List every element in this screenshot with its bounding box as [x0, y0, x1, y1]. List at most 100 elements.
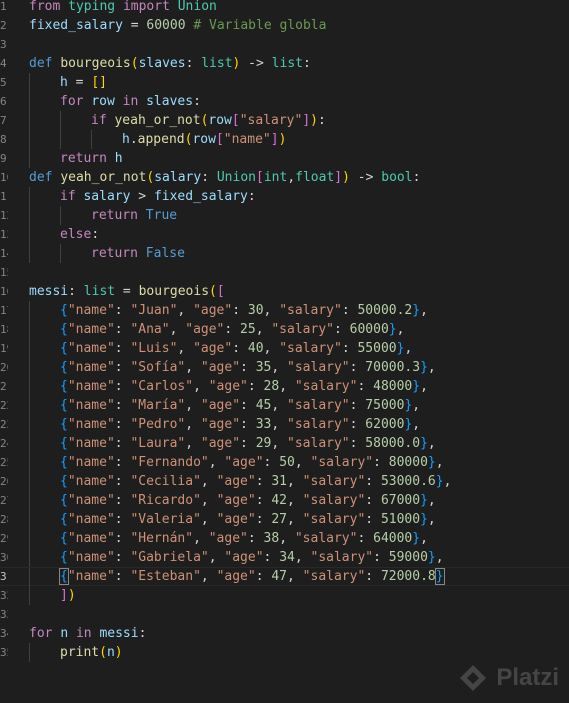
code-token: row	[91, 94, 115, 109]
code-token: h	[122, 132, 130, 147]
code-line[interactable]: 33	[0, 605, 569, 624]
code-token: 51000	[380, 512, 421, 527]
code-token: :	[349, 360, 366, 375]
code-token: int	[263, 170, 288, 185]
code-line[interactable]: 9 return h	[0, 149, 569, 168]
code-token: :	[114, 322, 131, 337]
code-token: ,	[427, 512, 436, 527]
code-line[interactable]: 23 {"name": "Pedro", "age": 33, "salary":…	[0, 415, 569, 434]
code-line[interactable]: 6 for row in slaves:	[0, 92, 569, 111]
code-line[interactable]: 22 {"name": "María", "age": 45, "salary":…	[0, 396, 569, 415]
code-line[interactable]: 15	[0, 263, 569, 282]
code-token: ,	[427, 436, 436, 451]
code-line[interactable]: 13 else:	[0, 225, 569, 244]
line-number: 7	[0, 114, 7, 127]
code-token: {	[60, 455, 68, 470]
code-line[interactable]: 19 {"name": "Luis", "age": 40, "salary": …	[0, 339, 569, 358]
code-token: "age"	[208, 531, 248, 546]
code-line[interactable]: 12 return True	[0, 206, 569, 225]
line-number: 16	[0, 285, 8, 298]
code-token: "Pedro"	[130, 417, 186, 432]
line-number: 17	[0, 304, 8, 317]
code-editor[interactable]: 1 from typing import Union 2 fixed_salary =…	[0, 0, 569, 703]
code-token: :	[114, 493, 131, 508]
code-token: :	[114, 531, 131, 546]
code-text: {"name": "Ana", "age": 25, "salary": 600…	[60, 320, 404, 339]
code-line[interactable]: 10 def yeah_or_not(salary: Union[int,floa…	[0, 168, 569, 187]
code-token: if	[60, 189, 76, 204]
code-line[interactable]: 7 if yeah_or_not(row["salary"]):	[0, 111, 569, 130]
code-line[interactable]: 3	[0, 35, 569, 54]
code-token: else	[60, 227, 92, 242]
code-line[interactable]: 28 {"name": "Valeria", "age": 27, "salary…	[0, 510, 569, 529]
code-line[interactable]: 26 {"name": "Cecilia", "age": 31, "salary…	[0, 472, 569, 491]
code-token: }	[427, 455, 436, 470]
code-token: ,	[279, 379, 295, 394]
code-line[interactable]: 30 {"name": "Gabriela", "age": 34, "salar…	[0, 548, 569, 567]
line-number: 33	[0, 608, 8, 621]
code-token: ,	[169, 322, 186, 337]
line-number: 12	[0, 209, 8, 222]
code-token: 40	[247, 341, 264, 356]
code-text: {"name": "Valeria", "age": 27, "salary":…	[60, 510, 436, 529]
code-token: :	[255, 493, 272, 508]
code-token: }	[412, 379, 421, 394]
code-line[interactable]: 16 messi: list = bourgeois([	[0, 282, 569, 301]
code-line[interactable]: 1 from typing import Union	[0, 0, 569, 16]
code-text: def yeah_or_not(salary: Union[int,float]…	[29, 168, 420, 187]
code-token: ,	[279, 531, 295, 546]
code-line[interactable]: 34 for n in messi:	[0, 624, 569, 643]
code-line[interactable]: 35 print(n)	[0, 643, 569, 662]
code-line[interactable]: 29 {"name": "Hernán", "age": 38, "salary"…	[0, 529, 569, 548]
code-token: messi	[29, 284, 69, 299]
code-token: "salary"	[287, 398, 350, 413]
code-token: "Luis"	[130, 341, 178, 356]
indent-guide	[29, 187, 30, 206]
indent-guide	[29, 111, 30, 130]
code-line[interactable]: 21 {"name": "Carlos", "age": 28, "salary"…	[0, 377, 569, 396]
code-line[interactable]: 18 {"name": "Ana", "age": 25, "salary": 6…	[0, 320, 569, 339]
code-line[interactable]: 25 {"name": "Fernando", "age": 50, "salar…	[0, 453, 569, 472]
code-token: 30	[247, 303, 264, 318]
line-number: 14	[0, 247, 8, 260]
code-line[interactable]: 4 def bourgeois(slaves: list) -> list:	[0, 54, 569, 73]
code-line[interactable]: 20 {"name": "Sofía", "age": 35, "salary":…	[0, 358, 569, 377]
code-text: {"name": "Pedro", "age": 33, "salary": 6…	[60, 415, 420, 434]
code-token: 53000.6	[380, 474, 436, 489]
code-text: h = []	[60, 73, 107, 92]
line-number: 18	[0, 323, 8, 336]
indent-guide	[29, 339, 30, 358]
code-line[interactable]: 24 {"name": "Laura", "age": 29, "salary":…	[0, 434, 569, 453]
code-token: ,	[412, 398, 421, 413]
code-token: :	[357, 531, 374, 546]
code-line[interactable]: 27 {"name": "Ricardo", "age": 42, "salary…	[0, 491, 569, 510]
code-line[interactable]: 17 {"name": "Juan", "age": 30, "salary": …	[0, 301, 569, 320]
code-text: else:	[60, 225, 99, 244]
code-token: 80000	[388, 455, 428, 470]
code-token: False	[145, 246, 185, 261]
code-token: :	[114, 341, 131, 356]
code-token: }	[412, 531, 421, 546]
code-token: ,	[200, 493, 217, 508]
code-token: :	[255, 569, 272, 584]
indent-guide	[29, 453, 30, 472]
code-token: ,	[412, 417, 421, 432]
indent-guide	[29, 301, 30, 320]
code-line[interactable]: 5 h = []	[0, 73, 569, 92]
code-token: 47	[271, 569, 288, 584]
code-token: ,	[177, 303, 194, 318]
code-line[interactable]: 14 return False	[0, 244, 569, 263]
code-token: ,	[177, 341, 194, 356]
code-line[interactable]: 8 h.append(row["name"])	[0, 130, 569, 149]
code-token: yeah_or_not	[114, 113, 201, 128]
code-line[interactable]: 2 fixed_salary = 60000 # Variable globla	[0, 16, 569, 35]
code-line[interactable]: 11 if salary > fixed_salary:	[0, 187, 569, 206]
code-token: h	[114, 151, 123, 166]
code-token: )	[310, 113, 318, 128]
code-token: "name"	[67, 550, 115, 565]
code-token: "Laura"	[130, 436, 186, 451]
code-token: "name"	[67, 493, 115, 508]
code-line[interactable]: 31 {"name": "Esteban", "age": 47, "salary…	[0, 567, 569, 587]
code-line[interactable]: 32])	[0, 586, 569, 605]
